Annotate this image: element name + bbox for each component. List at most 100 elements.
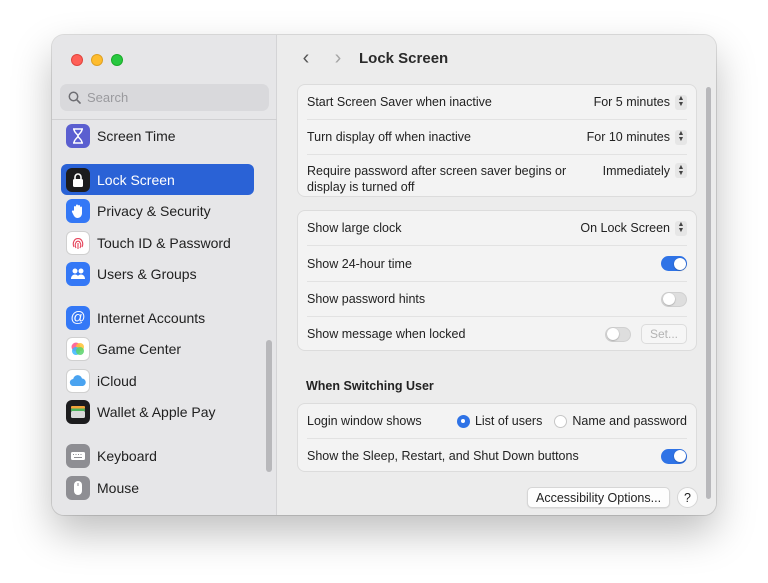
display-off-popup[interactable]: For 10 minutes ▲ ▼	[587, 129, 687, 145]
game-center-icon	[66, 336, 90, 361]
sidebar-item-mouse[interactable]: Mouse	[61, 472, 254, 503]
hand-icon	[66, 198, 90, 223]
message-controls: Set...	[605, 324, 687, 344]
popup-value: For 5 minutes	[593, 95, 670, 109]
row-label: Show message when locked	[307, 327, 466, 341]
cloud-icon	[66, 368, 90, 393]
screen-saver-row: Start Screen Saver when inactive For 5 m…	[298, 85, 696, 119]
sidebar-item-label: Privacy & Security	[97, 202, 211, 219]
radio-label: List of users	[474, 414, 543, 428]
toggle-knob	[607, 328, 619, 340]
radio-button[interactable]	[456, 414, 470, 428]
close-button[interactable]	[71, 54, 83, 66]
chevron-updown-icon: ▲ ▼	[675, 94, 687, 110]
sleep-buttons-toggle[interactable]	[661, 448, 687, 464]
users-icon	[66, 261, 90, 286]
sidebar: Screen Time Lock Screen Privacy & Securi…	[52, 35, 277, 515]
sidebar-item-label: Game Center	[97, 340, 182, 357]
row-label: Show password hints	[307, 292, 426, 306]
large-clock-row: Show large clock On Lock Screen ▲ ▼	[298, 211, 696, 245]
chevron-updown-icon: ▲ ▼	[675, 220, 687, 236]
radio-list-of-users[interactable]: List of users	[456, 414, 543, 428]
row-label: Require password after screen saver begi…	[307, 164, 567, 194]
chevron-updown-icon: ▲ ▼	[675, 129, 687, 145]
message-toggle[interactable]	[605, 326, 631, 342]
sidebar-item-label: Mouse	[97, 479, 140, 496]
chevron-updown-icon: ▲ ▼	[675, 163, 687, 178]
row-label: Turn display off when inactive	[307, 130, 471, 144]
message-row: Show message when locked Set...	[298, 317, 696, 351]
sidebar-item-label: Lock Screen	[97, 171, 175, 188]
large-clock-popup[interactable]: On Lock Screen ▲ ▼	[580, 220, 687, 236]
at-icon: @	[66, 305, 90, 330]
fingerprint-icon	[66, 230, 90, 255]
sidebar-item-internet-accounts[interactable]: @ Internet Accounts	[61, 302, 254, 333]
sidebar-item-keyboard[interactable]: Keyboard	[61, 440, 254, 471]
clock-group: Show large clock On Lock Screen ▲ ▼ Show …	[297, 210, 697, 351]
sidebar-item-screen-time[interactable]: Screen Time	[61, 120, 254, 151]
toggle-knob	[663, 293, 675, 305]
toggle-knob	[673, 257, 686, 270]
sidebar-item-label: Keyboard	[97, 447, 157, 464]
forward-button[interactable]: ›	[328, 48, 348, 69]
display-off-row: Turn display off when inactive For 10 mi…	[298, 120, 696, 154]
bottom-bar: Accessibility Options... ?	[277, 487, 716, 511]
toolbar: ‹ › Lock Screen	[277, 35, 716, 83]
radio-button[interactable]	[554, 414, 568, 428]
sidebar-item-label: Touch ID & Password	[97, 234, 231, 251]
sidebar-item-label: Screen Time	[97, 127, 176, 144]
settings-window: Screen Time Lock Screen Privacy & Securi…	[52, 35, 716, 515]
search-input[interactable]	[87, 90, 257, 105]
hourglass-icon	[66, 123, 90, 148]
row-label: Start Screen Saver when inactive	[307, 95, 492, 109]
sidebar-item-users-groups[interactable]: Users & Groups	[61, 258, 254, 289]
popup-value: Immediately	[602, 163, 670, 178]
page-title: Lock Screen	[359, 50, 449, 67]
sidebar-item-game-center[interactable]: Game Center	[61, 333, 254, 364]
login-window-radio-group: List of users Name and password	[456, 414, 687, 428]
toggle-knob	[673, 450, 686, 462]
sidebar-item-privacy-security[interactable]: Privacy & Security	[61, 195, 254, 226]
minimize-button[interactable]	[91, 54, 103, 66]
sleep-buttons-row: Show the Sleep, Restart, and Shut Down b…	[298, 439, 696, 473]
help-button[interactable]: ?	[677, 487, 698, 508]
section-heading: When Switching User	[306, 379, 434, 393]
password-hints-toggle[interactable]	[661, 291, 687, 307]
radio-label: Name and password	[572, 414, 687, 428]
sidebar-item-wallet[interactable]: Wallet & Apple Pay	[61, 396, 254, 427]
row-label: Show large clock	[307, 221, 402, 235]
sidebar-item-icloud[interactable]: iCloud	[61, 365, 254, 396]
switching-user-group: Login window shows List of users Name an…	[297, 403, 697, 472]
mouse-icon	[66, 475, 90, 500]
row-label: Login window shows	[307, 414, 422, 428]
search-icon	[68, 91, 81, 104]
time24-row: Show 24-hour time	[298, 246, 696, 281]
accessibility-options-button[interactable]: Accessibility Options...	[527, 487, 671, 508]
sidebar-scrollbar[interactable]	[266, 340, 272, 472]
main-scrollbar[interactable]	[706, 87, 711, 499]
zoom-button[interactable]	[111, 54, 123, 66]
window-controls	[71, 54, 123, 66]
login-window-row: Login window shows List of users Name an…	[298, 404, 696, 438]
row-label: Show 24-hour time	[307, 256, 412, 271]
sidebar-item-touch-id[interactable]: Touch ID & Password	[61, 227, 254, 258]
lock-icon	[66, 167, 90, 192]
main-pane: ‹ › Lock Screen Start Screen Saver when …	[277, 35, 716, 515]
sidebar-item-label: Internet Accounts	[97, 309, 206, 326]
set-message-button[interactable]: Set...	[641, 324, 687, 344]
sidebar-item-label: iCloud	[97, 372, 137, 389]
wallet-icon	[66, 399, 90, 424]
sidebar-item-label: Wallet & Apple Pay	[97, 403, 216, 420]
radio-name-and-password[interactable]: Name and password	[554, 414, 687, 428]
password-hints-row: Show password hints	[298, 282, 696, 316]
time24-toggle[interactable]	[661, 256, 687, 271]
keyboard-icon	[66, 443, 90, 468]
sidebar-item-label: Users & Groups	[97, 265, 197, 282]
popup-value: On Lock Screen	[580, 221, 670, 235]
search-field[interactable]	[60, 84, 269, 111]
require-password-row: Require password after screen saver begi…	[298, 155, 696, 197]
require-password-popup[interactable]: Immediately ▲ ▼	[603, 163, 687, 178]
sidebar-item-lock-screen[interactable]: Lock Screen	[61, 164, 254, 195]
back-button[interactable]: ‹	[296, 48, 316, 69]
screen-saver-popup[interactable]: For 5 minutes ▲ ▼	[593, 94, 687, 110]
